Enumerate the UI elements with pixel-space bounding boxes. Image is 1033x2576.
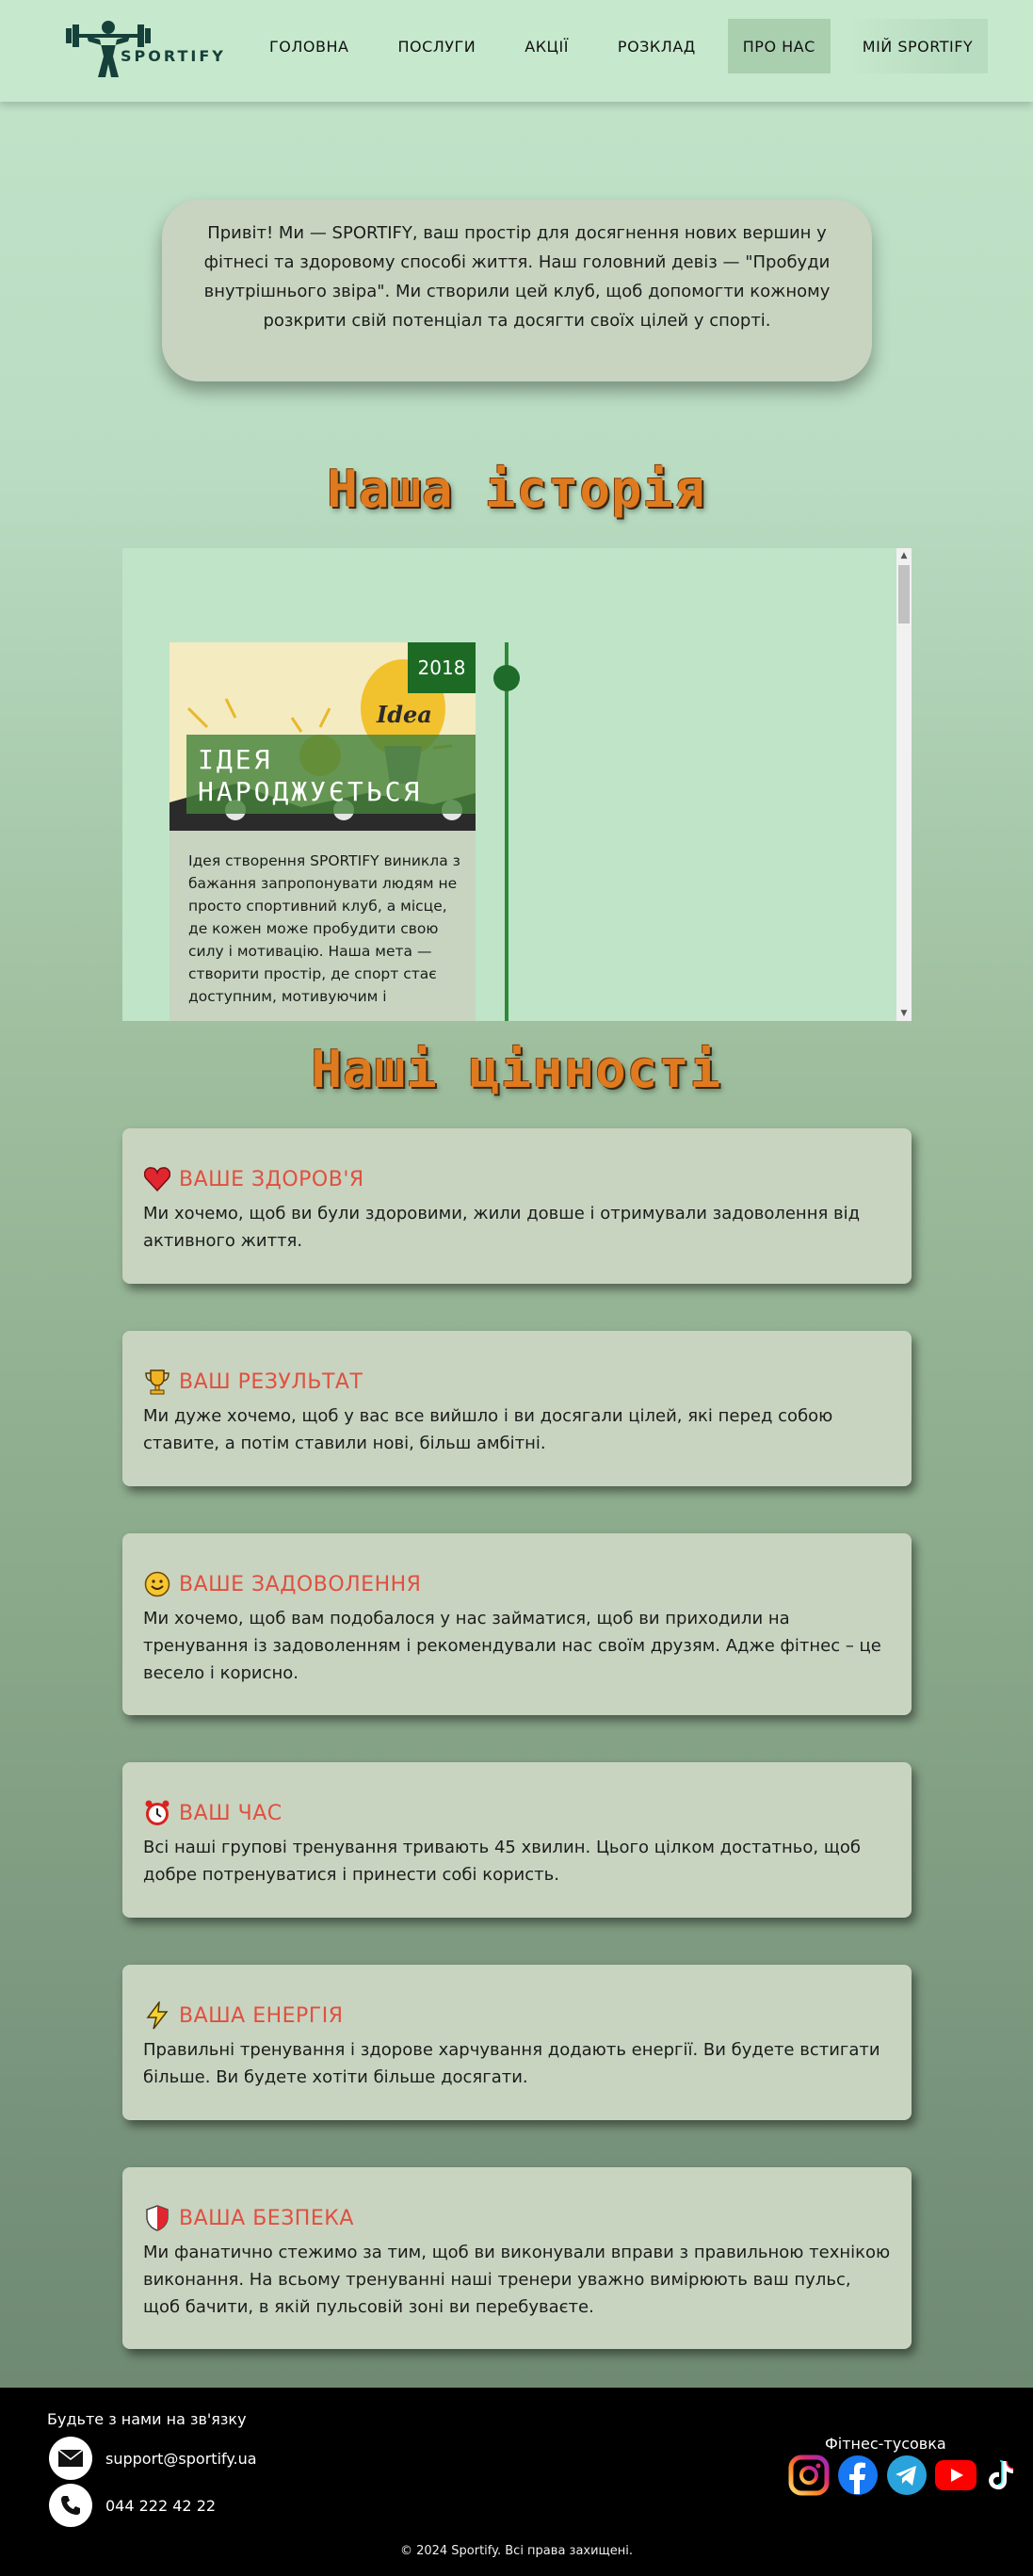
nav-promotions[interactable]: АКЦІЇ xyxy=(509,19,584,73)
nav-services[interactable]: ПОСЛУГИ xyxy=(382,19,491,73)
lightning-icon xyxy=(143,2001,171,2030)
value-title: ВАША ЕНЕРГІЯ xyxy=(179,2003,344,2028)
year-badge: 2018 xyxy=(408,642,476,693)
intro-card: Привіт! Ми — SPORTIFY, ваш простір для д… xyxy=(162,200,872,381)
phone-link[interactable]: 044 222 42 22 xyxy=(105,2497,216,2515)
mail-icon xyxy=(49,2437,92,2480)
scroll-up-arrow-icon[interactable]: ▲ xyxy=(896,548,912,563)
timeline-line xyxy=(505,642,508,1021)
value-text: Правильні тренування і здорове харчуванн… xyxy=(143,2040,880,2087)
scrollbar[interactable]: ▲ ▼ xyxy=(896,548,912,1021)
value-card-safety: ВАША БЕЗПЕКА Ми фанатично стежимо за тим… xyxy=(122,2167,912,2349)
value-title: ВАШ РЕЗУЛЬТАТ xyxy=(179,1369,363,1394)
value-card-energy: ВАША ЕНЕРГІЯ Правильні тренування і здор… xyxy=(122,1965,912,2120)
copyright: © 2024 Sportify. Всі права захищені. xyxy=(399,2544,634,2558)
timeline-dot xyxy=(493,665,520,691)
value-title: ВАША БЕЗПЕКА xyxy=(179,2206,354,2230)
facebook-icon[interactable] xyxy=(836,2454,880,2497)
telegram-icon[interactable] xyxy=(885,2454,928,2497)
nav-about[interactable]: ПРО НАС xyxy=(727,19,831,73)
nav-schedule[interactable]: РОЗКЛАД xyxy=(603,19,711,73)
heart-icon xyxy=(143,1165,171,1193)
value-title: ВАШ ЧАС xyxy=(179,1801,282,1825)
instagram-icon[interactable] xyxy=(787,2454,831,2497)
values-title: Наші цінності xyxy=(311,1040,722,1099)
social-title: Фітнес-тусовка xyxy=(825,2435,946,2453)
card-text: Ідея створення SPORTIFY виникла з бажанн… xyxy=(188,852,460,1005)
phone-icon xyxy=(49,2484,92,2527)
scroll-thumb[interactable] xyxy=(898,565,910,624)
alarm-clock-icon xyxy=(143,1799,171,1827)
youtube-icon[interactable] xyxy=(934,2454,977,2497)
value-card-time: ВАШ ЧАС Всі наші групові тренування трив… xyxy=(122,1762,912,1918)
trophy-icon xyxy=(143,1368,171,1396)
phone-row[interactable]: 044 222 42 22 xyxy=(49,2484,216,2527)
history-card: Idea 2018 ІДЕЯ НАРОДЖУЄТЬСЯ Ідея створен… xyxy=(169,642,476,1021)
site-header: SPORTIFY ГОЛОВНА ПОСЛУГИ АКЦІЇ РОЗКЛАД П… xyxy=(0,0,1033,102)
logo-text: SPORTIFY xyxy=(121,47,226,65)
value-card-result: ВАШ РЕЗУЛЬТАТ Ми дуже хочемо, щоб у вас … xyxy=(122,1331,912,1486)
value-card-satisfaction: ВАШЕ ЗАДОВОЛЕННЯ Ми хочемо, щоб вам подо… xyxy=(122,1533,912,1715)
value-title: ВАШЕ ЗДОРОВ'Я xyxy=(179,1167,364,1191)
tiktok-icon[interactable] xyxy=(983,2454,1017,2497)
card-title: ІДЕЯ НАРОДЖУЄТЬСЯ xyxy=(186,735,476,814)
history-title: Наша історія xyxy=(327,460,706,519)
smile-icon xyxy=(143,1570,171,1598)
value-text: Ми дуже хочемо, щоб у вас все вийшло і в… xyxy=(143,1406,833,1453)
value-card-health: ВАШЕ ЗДОРОВ'Я Ми хочемо, щоб ви були здо… xyxy=(122,1128,912,1284)
email-link[interactable]: support@sportify.ua xyxy=(105,2450,257,2468)
nav-my-sportify[interactable]: МІЙ SPORTIFY xyxy=(847,19,989,73)
intro-text: Привіт! Ми — SPORTIFY, ваш простір для д… xyxy=(203,223,831,331)
value-text: Всі наші групові тренування тривають 45 … xyxy=(143,1838,861,1885)
email-row[interactable]: support@sportify.ua xyxy=(49,2437,257,2480)
logo[interactable]: SPORTIFY xyxy=(66,19,245,81)
history-timeline[interactable]: Idea 2018 ІДЕЯ НАРОДЖУЄТЬСЯ Ідея створен… xyxy=(122,548,912,1021)
main-nav: ГОЛОВНА ПОСЛУГИ АКЦІЇ РОЗКЛАД ПРО НАС МІ… xyxy=(254,19,989,73)
contact-title: Будьте з нами на зв'язку xyxy=(47,2410,247,2428)
value-text: Ми хочемо, щоб ви були здоровими, жили д… xyxy=(143,1204,861,1251)
value-text: Ми хочемо, щоб вам подобалося у нас займ… xyxy=(143,1609,881,1683)
site-footer: Будьте з нами на зв'язку support@sportif… xyxy=(0,2388,1033,2576)
nav-home[interactable]: ГОЛОВНА xyxy=(254,19,363,73)
shield-icon xyxy=(143,2204,171,2232)
social-links xyxy=(787,2454,1017,2497)
idea-word: Idea xyxy=(377,701,432,728)
scroll-down-arrow-icon[interactable]: ▼ xyxy=(896,1006,912,1021)
value-text: Ми фанатично стежимо за тим, щоб ви вико… xyxy=(143,2243,891,2317)
value-title: ВАШЕ ЗАДОВОЛЕННЯ xyxy=(179,1572,422,1596)
